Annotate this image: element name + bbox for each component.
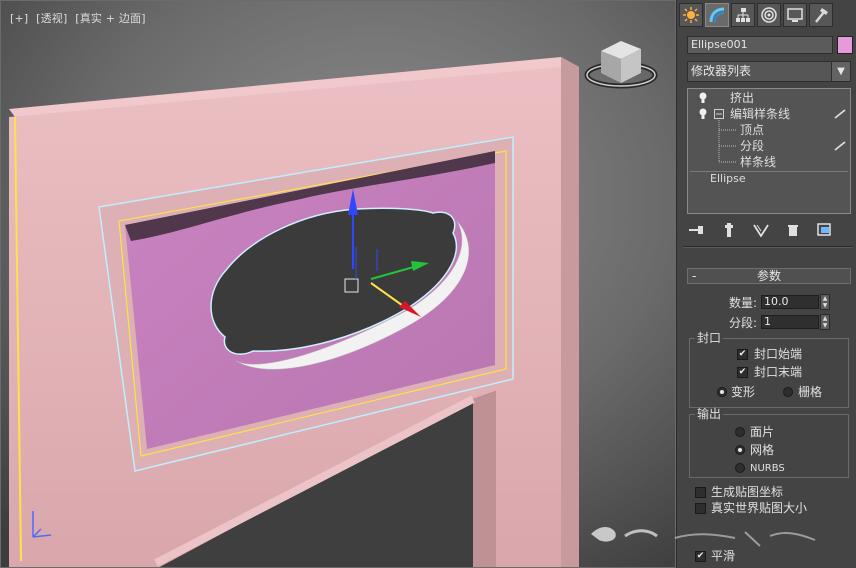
viewport-point-of-view[interactable]: [透视] (36, 12, 67, 25)
pin-stack-button[interactable] (687, 222, 707, 238)
edit-pencil-icon (834, 141, 846, 151)
mesh-label: 网格 (750, 443, 775, 457)
create-tab[interactable] (679, 3, 703, 27)
gen-map-coords-checkbox[interactable] (695, 487, 706, 498)
morph-label: 变形 (731, 385, 756, 399)
remove-modifier-button[interactable] (783, 222, 803, 238)
hierarchy-icon (736, 8, 750, 22)
cap-start-label: 封口始端 (754, 347, 803, 361)
frame-right-side (561, 57, 579, 567)
nurbs-label: NURBS (750, 463, 785, 474)
sun-create-icon (683, 7, 699, 23)
modifier-list-label: 修改器列表 (691, 64, 752, 78)
configure-sets-icon (817, 223, 831, 236)
grid-label: 栅格 (798, 385, 823, 399)
motion-icon (761, 7, 777, 23)
utilities-hammer-icon (815, 8, 828, 23)
viewport-label[interactable]: [+] [透视] [真实 + 边面] (10, 10, 150, 26)
rollout-collapse-icon: - (692, 269, 697, 283)
trash-icon (788, 225, 798, 236)
patch-label: 面片 (750, 425, 775, 439)
nurbs-radio[interactable] (735, 463, 745, 473)
modify-tab[interactable] (705, 3, 729, 27)
parameters-rollout-header[interactable]: - 参数 (687, 268, 851, 284)
segments-input[interactable]: 1 (761, 315, 819, 329)
viewport-shading-mode[interactable]: [真实 + 边面] (75, 12, 146, 25)
real-world-map-checkbox[interactable] (695, 503, 706, 514)
perspective-viewport[interactable]: [+] [透视] [真实 + 边面] (0, 0, 676, 568)
object-color-swatch[interactable] (837, 36, 853, 54)
amount-input[interactable]: 10.0 (761, 295, 819, 309)
morph-radio[interactable] (717, 387, 727, 397)
mesh-radio[interactable] (735, 445, 745, 455)
panel-divider (683, 246, 853, 248)
stack-subitem-spline[interactable]: 样条线 (740, 154, 776, 170)
stack-item-ellipse[interactable]: Ellipse (710, 171, 746, 187)
stack-subitem-segment[interactable]: 分段 (740, 138, 764, 154)
cap-end-label: 封口末端 (754, 365, 803, 379)
edit-pencil-icon (834, 109, 846, 119)
modify-arc-icon (709, 7, 725, 23)
show-end-result-button[interactable] (719, 222, 739, 238)
command-panel: Ellipse001 修改器列表 ▼ 挤出 编辑样条线 顶点 分段 样条线 El… (676, 0, 856, 568)
make-unique-icon (753, 224, 769, 237)
modifier-stack[interactable]: 挤出 编辑样条线 顶点 分段 样条线 Ellipse (687, 88, 851, 214)
grid-radio[interactable] (783, 387, 793, 397)
cap-start-checkbox[interactable]: ✔ (737, 349, 748, 360)
smooth-checkbox[interactable]: ✔ (695, 551, 706, 562)
display-monitor-icon (787, 8, 803, 22)
cap-end-checkbox[interactable]: ✔ (737, 367, 748, 378)
segments-spinner-arrows[interactable]: ▲ ▼ (820, 314, 830, 330)
output-title: 输出 (695, 407, 724, 421)
amount-spinner-arrows[interactable]: ▲ ▼ (820, 294, 830, 310)
stack-toolbar (687, 222, 853, 240)
utilities-tab[interactable] (809, 3, 833, 27)
capping-title: 封口 (695, 331, 724, 345)
patch-radio[interactable] (735, 427, 745, 437)
stack-subitem-vertex[interactable]: 顶点 (740, 122, 764, 138)
stack-item-edit-spline[interactable]: 编辑样条线 (730, 106, 790, 122)
viewport-menu-plus[interactable]: [+] (10, 12, 28, 25)
stack-item-extrude[interactable]: 挤出 (730, 90, 754, 106)
parameters-title: 参数 (756, 269, 781, 283)
lightbulb-icon[interactable] (698, 108, 708, 120)
lightbulb-icon[interactable] (698, 92, 708, 104)
segments-label: 分段: (728, 316, 757, 330)
object-name-field[interactable]: Ellipse001 (687, 36, 833, 54)
chevron-down-icon[interactable]: ▼ (831, 62, 850, 81)
real-world-map-label: 真实世界贴图大小 (711, 501, 808, 515)
hierarchy-tab[interactable] (731, 3, 755, 27)
collapse-minus-icon[interactable] (714, 109, 724, 119)
motion-tab[interactable] (757, 3, 781, 27)
pin-icon (689, 226, 703, 234)
command-panel-tabs (679, 3, 833, 29)
display-tab[interactable] (783, 3, 807, 27)
modifier-list-dropdown[interactable]: 修改器列表 ▼ (687, 61, 851, 82)
make-unique-button[interactable] (751, 222, 771, 238)
amount-label: 数量: (728, 296, 757, 310)
lower-opening-inner-side (473, 391, 496, 567)
smooth-label: 平滑 (711, 549, 736, 563)
configure-modifier-sets-button[interactable] (815, 222, 835, 238)
gen-map-coords-label: 生成贴图坐标 (711, 485, 784, 499)
tree-lines (718, 120, 736, 163)
end-result-icon (725, 223, 733, 237)
viewport-scene[interactable] (1, 1, 676, 568)
